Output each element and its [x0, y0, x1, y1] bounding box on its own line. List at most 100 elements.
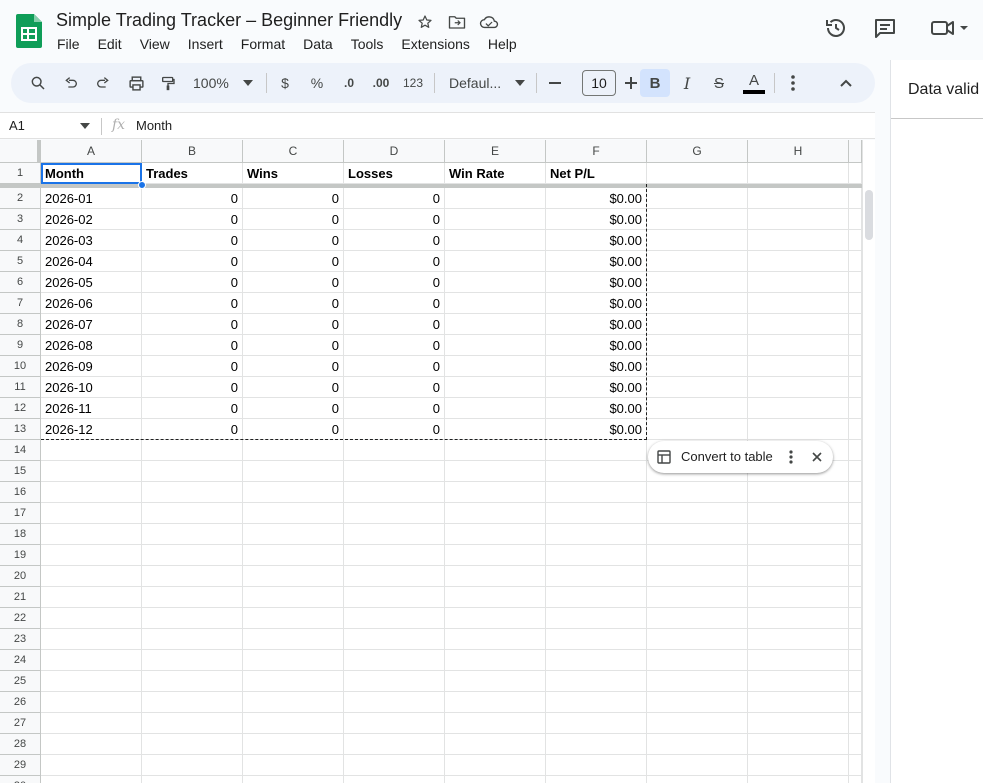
cell-b16[interactable] — [142, 482, 243, 503]
cell-g30[interactable] — [647, 776, 748, 783]
cell-a8[interactable]: 2026-07 — [41, 314, 142, 335]
cell-b15[interactable] — [142, 461, 243, 482]
cell-e2[interactable] — [445, 188, 546, 209]
cell-h16[interactable] — [748, 482, 849, 503]
row-header-18[interactable]: 18 — [0, 524, 41, 545]
cell-a26[interactable] — [41, 692, 142, 713]
row-header-12[interactable]: 12 — [0, 398, 41, 419]
name-box[interactable]: A1 — [9, 118, 25, 133]
row-header-27[interactable]: 27 — [0, 713, 41, 734]
cell-h26[interactable] — [748, 692, 849, 713]
search-menus-icon[interactable] — [25, 69, 51, 97]
frozen-row-divider[interactable] — [0, 184, 864, 188]
cell-e3[interactable] — [445, 209, 546, 230]
row-header-6[interactable]: 6 — [0, 272, 41, 293]
cell-h22[interactable] — [748, 608, 849, 629]
cell-f18[interactable] — [546, 524, 647, 545]
cell-e14[interactable] — [445, 440, 546, 461]
cell-f14[interactable] — [546, 440, 647, 461]
cell-b2[interactable]: 0 — [142, 188, 243, 209]
cell-g19[interactable] — [647, 545, 748, 566]
scrollbar-thumb[interactable] — [865, 190, 873, 240]
cell-d13[interactable]: 0 — [344, 419, 445, 440]
cell-e28[interactable] — [445, 734, 546, 755]
cell-e10[interactable] — [445, 356, 546, 377]
cell-g24[interactable] — [647, 650, 748, 671]
cell-g4[interactable] — [647, 230, 748, 251]
menu-tools[interactable]: Tools — [342, 35, 393, 53]
header-cell-d[interactable]: Losses — [344, 163, 445, 184]
cell-b26[interactable] — [142, 692, 243, 713]
cell-b8[interactable]: 0 — [142, 314, 243, 335]
increase-decimal-button[interactable]: .00 — [367, 69, 395, 97]
star-icon[interactable] — [415, 12, 435, 32]
cell-a3[interactable]: 2026-02 — [41, 209, 142, 230]
cell-g8[interactable] — [647, 314, 748, 335]
cell-c9[interactable]: 0 — [243, 335, 344, 356]
cell-b29[interactable] — [142, 755, 243, 776]
column-header-h[interactable]: H — [748, 140, 849, 163]
cell-b17[interactable] — [142, 503, 243, 524]
cell-g9[interactable] — [647, 335, 748, 356]
paint-format-icon[interactable] — [155, 69, 181, 97]
cell-a22[interactable] — [41, 608, 142, 629]
menu-extensions[interactable]: Extensions — [392, 35, 478, 53]
cell-e26[interactable] — [445, 692, 546, 713]
row-header-16[interactable]: 16 — [0, 482, 41, 503]
cell-a11[interactable]: 2026-10 — [41, 377, 142, 398]
cell-c21[interactable] — [243, 587, 344, 608]
cell-f3[interactable]: $0.00 — [546, 209, 647, 230]
row-header-19[interactable]: 19 — [0, 545, 41, 566]
cell-d8[interactable]: 0 — [344, 314, 445, 335]
cell-f28[interactable] — [546, 734, 647, 755]
cell-c2[interactable]: 0 — [243, 188, 344, 209]
cell-d3[interactable]: 0 — [344, 209, 445, 230]
cell-e20[interactable] — [445, 566, 546, 587]
close-icon[interactable] — [808, 447, 826, 467]
cell-g20[interactable] — [647, 566, 748, 587]
cell-c30[interactable] — [243, 776, 344, 783]
cell-a5[interactable]: 2026-04 — [41, 251, 142, 272]
cell-d29[interactable] — [344, 755, 445, 776]
cell-b20[interactable] — [142, 566, 243, 587]
cell-d10[interactable]: 0 — [344, 356, 445, 377]
cell-d23[interactable] — [344, 629, 445, 650]
cell-d22[interactable] — [344, 608, 445, 629]
cell-b7[interactable]: 0 — [142, 293, 243, 314]
cell-a6[interactable]: 2026-05 — [41, 272, 142, 293]
cell-a15[interactable] — [41, 461, 142, 482]
cell-g17[interactable] — [647, 503, 748, 524]
cell-h5[interactable] — [748, 251, 849, 272]
cell-b19[interactable] — [142, 545, 243, 566]
cell-g27[interactable] — [647, 713, 748, 734]
cell-g18[interactable] — [647, 524, 748, 545]
cell-e8[interactable] — [445, 314, 546, 335]
selection-fill-handle[interactable] — [138, 181, 146, 189]
cell-h10[interactable] — [748, 356, 849, 377]
cell-c10[interactable]: 0 — [243, 356, 344, 377]
cell-h2[interactable] — [748, 188, 849, 209]
header-cell-b[interactable]: Trades — [142, 163, 243, 184]
cell-d21[interactable] — [344, 587, 445, 608]
header-cell-a[interactable]: Month — [41, 163, 142, 184]
cell-c23[interactable] — [243, 629, 344, 650]
row-header-13[interactable]: 13 — [0, 419, 41, 440]
cell-c5[interactable]: 0 — [243, 251, 344, 272]
header-cell-f[interactable]: Net P/L — [546, 163, 647, 184]
cell-c24[interactable] — [243, 650, 344, 671]
cell-b5[interactable]: 0 — [142, 251, 243, 272]
cell-a18[interactable] — [41, 524, 142, 545]
version-history-icon[interactable] — [822, 14, 850, 42]
cell-f22[interactable] — [546, 608, 647, 629]
cell-e23[interactable] — [445, 629, 546, 650]
cell-e12[interactable] — [445, 398, 546, 419]
cell-b22[interactable] — [142, 608, 243, 629]
cell-c11[interactable]: 0 — [243, 377, 344, 398]
cell-b18[interactable] — [142, 524, 243, 545]
cell-g6[interactable] — [647, 272, 748, 293]
cell-b6[interactable]: 0 — [142, 272, 243, 293]
cell-f10[interactable]: $0.00 — [546, 356, 647, 377]
cell-h12[interactable] — [748, 398, 849, 419]
percent-format-button[interactable]: % — [304, 69, 330, 97]
row-header-11[interactable]: 11 — [0, 377, 41, 398]
